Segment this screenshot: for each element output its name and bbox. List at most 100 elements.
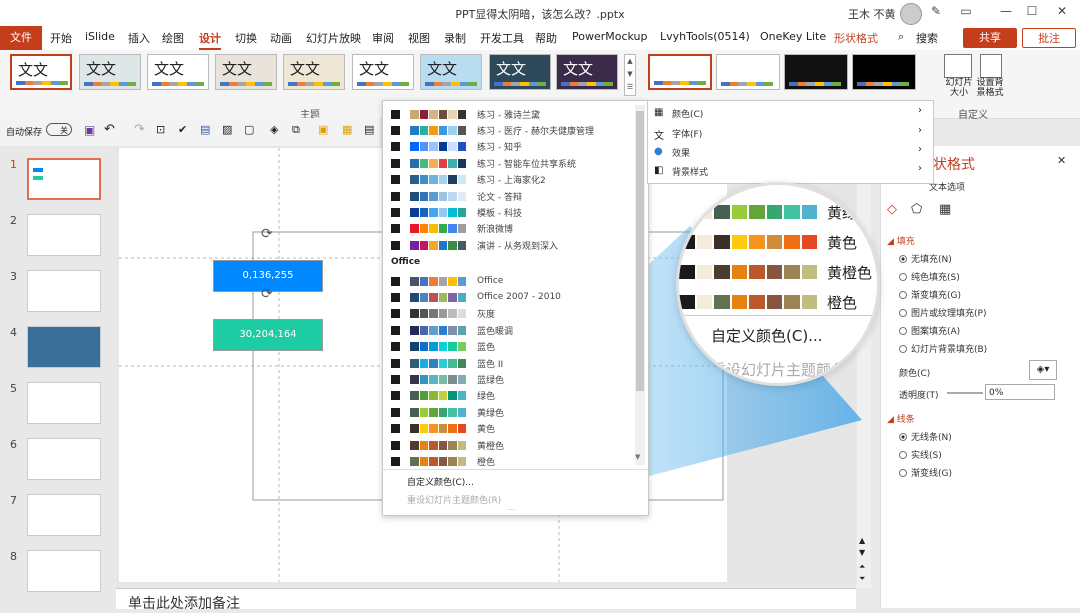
palette-option[interactable]: 黄色 bbox=[391, 422, 495, 436]
palette-option[interactable]: 论文 - 答辩 bbox=[391, 189, 522, 203]
textbox-icon[interactable]: ▤ bbox=[200, 123, 210, 136]
fill-section-header[interactable]: ◢ 填充 bbox=[887, 234, 915, 247]
theme-thumbnail[interactable]: 文文 bbox=[556, 54, 618, 90]
tab-help[interactable]: 帮助 bbox=[535, 30, 557, 48]
next-slide-icon[interactable]: ⏷ bbox=[859, 574, 865, 584]
format-background-button[interactable]: 设置背景格式 bbox=[974, 78, 1006, 98]
slide-size-button[interactable]: 幻灯片大小 bbox=[942, 78, 976, 98]
fill-option[interactable]: 图案填充(A) bbox=[899, 324, 960, 337]
radio-button[interactable] bbox=[899, 309, 907, 317]
palette-option[interactable]: 黄橙色 bbox=[391, 438, 504, 452]
search-icon[interactable]: ⌕ bbox=[898, 30, 904, 48]
palette-option[interactable]: 蓝色 bbox=[391, 340, 495, 354]
theme-thumbnail[interactable]: 文文 bbox=[283, 54, 345, 90]
palette-option[interactable]: 绿色 bbox=[391, 389, 495, 403]
variant-thumbnail[interactable] bbox=[648, 54, 712, 90]
redo-icon[interactable]: ↷ bbox=[134, 122, 145, 137]
transparency-slider[interactable] bbox=[947, 392, 983, 394]
search-label[interactable]: 搜索 bbox=[916, 30, 938, 48]
effects-icon[interactable]: ⬠ bbox=[911, 202, 922, 217]
theme-thumbnail[interactable]: 文文 bbox=[147, 54, 209, 90]
merge-shapes-icon[interactable]: ◈ bbox=[270, 123, 278, 136]
theme-thumbnail[interactable]: 文文 bbox=[489, 54, 551, 90]
shape-box-teal[interactable]: 30,204,164 bbox=[213, 319, 323, 351]
fill-option[interactable]: 幻灯片背景填充(B) bbox=[899, 342, 987, 355]
tab-animations[interactable]: 动画 bbox=[270, 30, 292, 48]
theme-thumbnail[interactable]: 文文 bbox=[10, 54, 72, 90]
radio-button[interactable] bbox=[899, 469, 907, 477]
palette-option[interactable]: 灰度 bbox=[391, 307, 495, 321]
menu-item-fonts[interactable]: 字体(F) bbox=[672, 127, 702, 140]
format-background-icon[interactable] bbox=[980, 54, 1002, 78]
scroll-down-icon[interactable]: ▼ bbox=[859, 548, 865, 557]
ribbon-display-icon[interactable]: ▭ bbox=[954, 4, 978, 22]
variant-thumbnail[interactable] bbox=[716, 54, 780, 90]
slide-thumbnail[interactable] bbox=[27, 550, 101, 592]
tab-shape-format[interactable]: 形状格式 bbox=[834, 30, 878, 48]
tab-onekey[interactable]: OneKey Lite bbox=[760, 30, 826, 48]
close-icon[interactable]: ✕ bbox=[1057, 154, 1066, 167]
slide-thumbnail[interactable] bbox=[27, 326, 101, 368]
minimize-icon[interactable]: — bbox=[994, 4, 1018, 22]
theme-thumbnail[interactable]: 文文 bbox=[420, 54, 482, 90]
slide-thumbnail[interactable] bbox=[27, 382, 101, 424]
radio-button[interactable] bbox=[899, 291, 907, 299]
variant-thumbnail[interactable] bbox=[784, 54, 848, 90]
undo-icon[interactable]: ↶ bbox=[104, 122, 115, 137]
line-section-header[interactable]: ◢ 线条 bbox=[887, 412, 915, 425]
notes-placeholder[interactable]: 单击此处添加备注 bbox=[128, 593, 240, 613]
save-icon[interactable]: ▣ bbox=[84, 123, 95, 137]
slide-thumbnail[interactable] bbox=[27, 270, 101, 312]
radio-button[interactable] bbox=[899, 255, 907, 263]
resize-handle[interactable]: ⋯ bbox=[507, 505, 515, 514]
palette-option[interactable]: 练习 - 智能车位共享系统 bbox=[391, 156, 576, 170]
theme-thumbnail[interactable]: 文文 bbox=[79, 54, 141, 90]
line-option[interactable]: 无线条(N) bbox=[899, 430, 952, 443]
custom-colors-item[interactable]: 自定义颜色(C)... bbox=[407, 475, 474, 488]
radio-button[interactable] bbox=[899, 345, 907, 353]
variant-thumbnail[interactable] bbox=[852, 54, 916, 90]
autosave-toggle[interactable]: 关 bbox=[46, 123, 72, 136]
tab-islide[interactable]: iSlide bbox=[85, 30, 115, 48]
theme-thumbnail[interactable]: 文文 bbox=[215, 54, 277, 90]
size-properties-icon[interactable]: ▦ bbox=[939, 202, 951, 217]
tab-insert[interactable]: 插入 bbox=[128, 30, 150, 48]
scroll-thumb[interactable] bbox=[636, 111, 644, 391]
check-icon[interactable]: ✔ bbox=[178, 123, 187, 136]
tab-lvyhtools[interactable]: LvyhTools(0514) bbox=[660, 30, 750, 48]
dropdown-scrollbar[interactable] bbox=[635, 105, 645, 465]
fill-color-picker[interactable]: ◈▾ bbox=[1029, 360, 1057, 380]
tab-view[interactable]: 视图 bbox=[408, 30, 430, 48]
user-name[interactable]: 王木 不黄 bbox=[848, 6, 896, 22]
comment-button[interactable]: 批注 bbox=[1022, 28, 1076, 48]
palette-option[interactable]: 演讲 - 从务观到深入 bbox=[391, 238, 558, 252]
fill-option[interactable]: 渐变填充(G) bbox=[899, 288, 961, 301]
theme-thumbnail[interactable]: 文文 bbox=[352, 54, 414, 90]
pen-icon[interactable]: ✎ bbox=[924, 4, 948, 22]
image-icon[interactable]: ▨ bbox=[222, 123, 232, 136]
fill-option[interactable]: 图片或纹理填充(P) bbox=[899, 306, 986, 319]
tab-record[interactable]: 录制 bbox=[444, 30, 466, 48]
tab-design[interactable]: 设计 bbox=[199, 30, 221, 50]
slide-thumbnail[interactable] bbox=[27, 214, 101, 256]
palette-option[interactable]: 新浪微博 bbox=[391, 222, 513, 236]
gallery-scroll[interactable]: ▲ ▼ ☰ bbox=[624, 54, 636, 96]
prev-slide-icon[interactable]: ⏶ bbox=[859, 562, 865, 572]
slideshow-icon[interactable]: ⊡ bbox=[156, 123, 165, 136]
scroll-up-icon[interactable]: ▲ bbox=[859, 536, 865, 545]
palette-option[interactable]: Office bbox=[391, 274, 503, 288]
tab-slideshow[interactable]: 幻灯片放映 bbox=[306, 30, 361, 48]
palette-option[interactable]: 模板 - 科技 bbox=[391, 205, 522, 219]
scroll-down-icon[interactable]: ▼ bbox=[635, 453, 640, 461]
tab-home[interactable]: 开始 bbox=[50, 30, 72, 48]
rotate-handle-icon[interactable]: ⟳ bbox=[261, 286, 273, 302]
slide-size-icon[interactable] bbox=[944, 54, 972, 78]
palette-option[interactable]: 蓝色暖调 bbox=[391, 323, 513, 337]
line-option[interactable]: 渐变线(G) bbox=[899, 466, 952, 479]
arrange-icon[interactable]: ▦ bbox=[342, 123, 352, 136]
align-icon[interactable]: ⧉ bbox=[292, 123, 300, 137]
fill-option[interactable]: 无填充(N) bbox=[899, 252, 952, 265]
slide-thumbnail[interactable] bbox=[27, 438, 101, 480]
rotate-handle-icon[interactable]: ⟳ bbox=[261, 226, 273, 242]
tab-file[interactable]: 文件 bbox=[0, 26, 42, 50]
